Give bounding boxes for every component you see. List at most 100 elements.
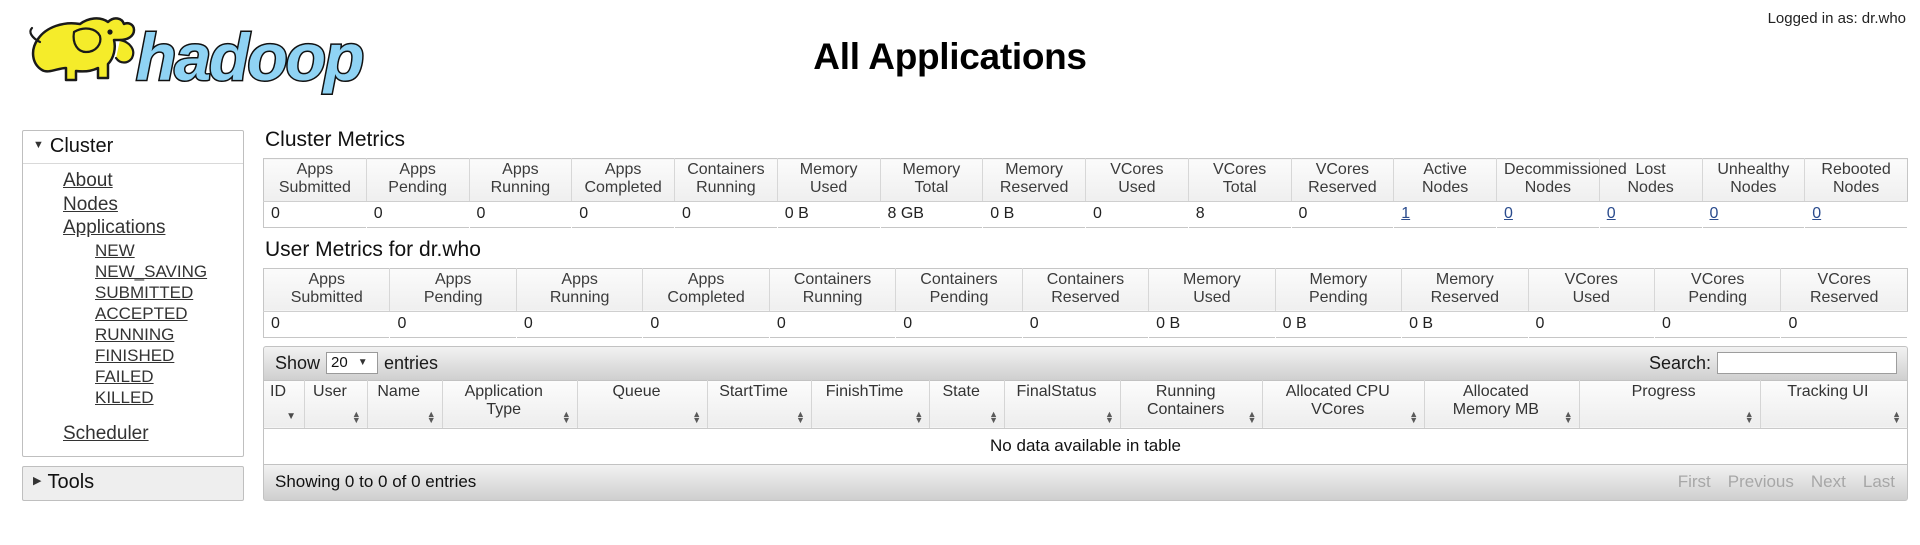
pagination-first[interactable]: First [1678,472,1711,492]
sidebar-item-about[interactable]: About [23,169,243,193]
sidebar-section-tools[interactable]: ▶ Tools [22,465,244,501]
sidebar-section-cluster[interactable]: ▼ Cluster [23,131,243,164]
user-metrics-col-header: Memory Used [1148,268,1276,312]
column-header-starttime[interactable]: StartTime ▲ ▼ [707,380,812,429]
column-header-running-containers[interactable]: Running Containers ▲ ▼ [1120,380,1264,429]
page-title-text: All Applications [813,36,1087,77]
user-metrics-cell: 0 B [1148,311,1276,338]
user-metrics-cell: 0 [1654,311,1781,338]
applications-datatable: Show 20 ▼ entries Search: ID ▼ User ▲ ▼ Name ▲… [263,345,1908,501]
column-header-tracking-ui[interactable]: Tracking UI ▲ ▼ [1760,380,1908,429]
user-metrics-cell: 0 B [1275,311,1402,338]
sort-both-icon: ▲ ▼ [1563,408,1573,425]
user-metrics-col-header: Apps Submitted [263,268,391,312]
column-header-state[interactable]: State ▲ ▼ [929,380,1006,429]
user-metrics-cell: 0 B [1401,311,1529,338]
user-metrics-col-header: Apps Pending [389,268,517,312]
user-metrics-cell: 0 [1780,311,1908,338]
cluster-metrics-data-row: 000000 B8 GB 0 B08010000 [263,201,1908,228]
entries-label: entries [384,352,439,373]
tools-label: Tools [47,470,95,493]
user-metrics-cell: 0 [769,311,896,338]
sort-both-icon: ▲ ▼ [426,408,436,425]
sidebar-item-submitted[interactable]: SUBMITTED [23,282,243,303]
user-metrics-col-header: VCores Reserved [1780,268,1908,312]
user-metrics-col-header: Apps Completed [642,268,770,312]
cluster-metrics-cell: 0 [1702,201,1805,228]
search-filter: Search: [1649,352,1897,375]
cluster-metrics-col-header: Apps Submitted [263,158,367,202]
column-header-progress[interactable]: Progress ▲ ▼ [1579,380,1761,429]
sort-both-icon: ▲ ▼ [1247,408,1257,425]
pagination-previous[interactable]: Previous [1728,472,1794,492]
chevron-right-icon: ▶ [33,475,42,488]
applications-table: ID ▼ User ▲ ▼ Name ▲ ▼ Application Type ▲ ▼ Queue ▲ ▼ S… [263,379,1908,465]
cluster-metrics-col-header: Memory Total [880,158,984,202]
cluster-metrics-cell-link[interactable]: 1 [1401,205,1410,222]
sidebar: ▼ Cluster About Nodes Applications NEW NE… [22,130,244,501]
cluster-metrics-title: Cluster Metrics [265,128,406,151]
cluster-metrics-cell: 0 [1496,201,1600,228]
cluster-metrics-cell: 0 [469,201,572,228]
show-label: Show [275,352,321,373]
sidebar-item-new-saving[interactable]: NEW_SAVING [23,261,243,282]
cluster-metrics-col-header: VCores Used [1085,158,1189,202]
column-header-id[interactable]: ID ▼ [263,380,306,429]
sidebar-item-failed[interactable]: FAILED [23,366,243,387]
cluster-metrics-cell: 0 [571,201,675,228]
cluster-metrics-cell: 0 [674,201,778,228]
chevron-down-icon: ▼ [33,138,44,151]
cluster-metrics-col-header: Rebooted Nodes [1804,158,1908,202]
cluster-metrics-col-header: VCores Reserved [1291,158,1395,202]
cluster-metrics-cell: 0 [263,201,367,228]
column-header-allocated-memory-mb[interactable]: Allocated Memory MB ▲ ▼ [1424,380,1580,429]
column-header-name[interactable]: Name ▲ ▼ [367,380,443,429]
column-header-user[interactable]: User ▲ ▼ [304,380,368,429]
page-length-select[interactable]: 20 ▼ [326,352,379,375]
cluster-label: Cluster [49,135,114,157]
datatable-footer: Showing 0 to 0 of 0 entries First Previo… [263,464,1908,501]
cluster-nav-items: About Nodes Applications NEW NEW_SAVING … [23,164,243,456]
cluster-metrics-table: Apps Submitted Apps Pending Apps Running Apps C… [263,158,1908,228]
sidebar-item-scheduler[interactable]: Scheduler [23,422,243,446]
sidebar-item-new[interactable]: NEW [23,240,243,261]
user-metrics-col-header: Apps Running [516,268,644,312]
sidebar-item-killed[interactable]: KILLED [23,387,243,408]
empty-message: No data available in table [263,428,1908,465]
sidebar-item-nodes[interactable]: Nodes [23,193,243,217]
cluster-metrics-cell-link[interactable]: 0 [1504,205,1513,222]
cluster-metrics-col-header: Containers Running [674,158,778,202]
column-header-allocated-cpu-vcores[interactable]: Allocated CPU VCores ▲ ▼ [1262,380,1426,429]
column-header-queue[interactable]: Queue ▲ ▼ [577,380,709,429]
sidebar-item-running[interactable]: RUNNING [23,324,243,345]
cluster-metrics-col-header: Unhealthy Nodes [1702,158,1806,202]
pagination-next[interactable]: Next [1811,472,1846,492]
chevron-down-icon: ▼ [357,357,368,369]
cluster-metrics-cell: 0 B [777,201,880,228]
sidebar-item-accepted[interactable]: ACCEPTED [23,303,243,324]
sidebar-item-finished[interactable]: FINISHED [23,345,243,366]
sidebar-item-applications[interactable]: Applications [23,216,243,240]
sort-both-icon: ▲ ▼ [351,408,361,425]
cluster-metrics-cell: 0 [1599,201,1702,228]
pagination-last[interactable]: Last [1863,472,1895,492]
search-input[interactable] [1717,352,1897,375]
cluster-metrics-header-row: Apps Submitted Apps Pending Apps Running Apps C… [263,158,1908,202]
entries-info: Showing 0 to 0 of 0 entries [275,472,477,492]
cluster-metrics-cell-link[interactable]: 0 [1607,205,1616,222]
user-metrics-cell: 0 [1022,311,1149,338]
column-header-finalstatus[interactable]: FinalStatus ▲ ▼ [1004,380,1121,429]
column-header-finishtime[interactable]: FinishTime ▲ ▼ [811,380,931,429]
pagination-controls: First Previous Next Last [1678,472,1895,492]
sort-both-icon: ▲ ▼ [796,408,805,425]
column-header-application-type[interactable]: Application Type ▲ ▼ [442,380,578,429]
user-metrics-cell: 0 [516,311,643,338]
cluster-metrics-cell-link[interactable]: 0 [1812,205,1821,222]
cluster-metrics-cell-link[interactable]: 0 [1710,205,1719,222]
user-metrics-col-header: Containers Reserved [1022,268,1150,312]
user-metrics-cell: 0 [1528,311,1655,338]
sort-both-icon: ▲ ▼ [1892,408,1901,425]
cluster-metrics-col-header: Memory Used [777,158,881,202]
sort-both-icon: ▲ ▼ [561,408,571,425]
cluster-metrics-col-header: VCores Total [1188,158,1292,202]
